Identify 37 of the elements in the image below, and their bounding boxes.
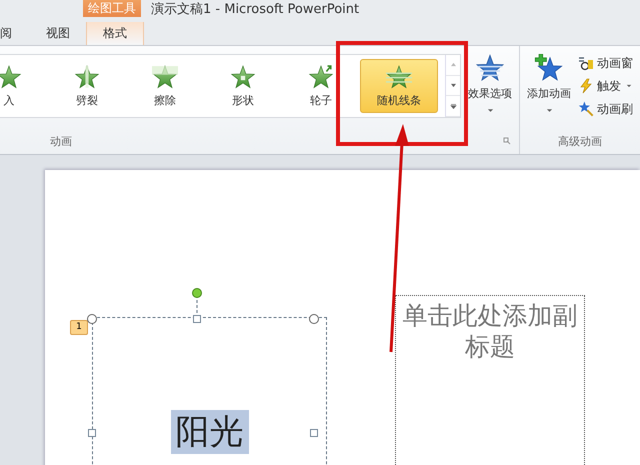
striped-star-icon bbox=[386, 64, 412, 90]
window-title: 演示文稿1 - Microsoft PowerPoint bbox=[151, 1, 360, 19]
ribbon-tab[interactable]: 阅 bbox=[0, 22, 18, 45]
slide-title: 阳光 bbox=[170, 410, 248, 454]
up-arrow-icon bbox=[450, 62, 456, 68]
group-label: 高级动画 bbox=[558, 134, 602, 148]
animation-effect[interactable]: 随机线条 bbox=[360, 59, 438, 113]
ribbon-command[interactable]: 动画窗 bbox=[578, 53, 634, 73]
star-icon bbox=[308, 64, 334, 90]
star-icon bbox=[74, 64, 100, 90]
add-animation-button[interactable]: 添加动画 bbox=[520, 46, 578, 126]
down-arrow-icon bbox=[450, 83, 456, 88]
contextual-tab-group: 绘图工具 bbox=[83, 0, 141, 17]
star-icon bbox=[230, 64, 256, 90]
group-label: 动画 bbox=[50, 134, 72, 148]
animation-badge[interactable]: 1 bbox=[70, 320, 88, 335]
caret-icon bbox=[486, 108, 494, 113]
animation-effect[interactable]: 劈裂 bbox=[48, 59, 126, 113]
star-brush-icon bbox=[578, 101, 594, 117]
effect-options-button[interactable]: 效果选项 bbox=[462, 46, 518, 126]
caret-icon bbox=[626, 84, 632, 88]
lightning-icon bbox=[578, 78, 594, 94]
animation-effect[interactable]: 形状 bbox=[204, 59, 282, 113]
pane-icon bbox=[578, 55, 594, 71]
subtitle-placeholder[interactable]: 单击此处添加副标题 bbox=[395, 295, 585, 465]
animation-effect[interactable]: 入 bbox=[0, 59, 48, 113]
ribbon-command[interactable]: 动画刷 bbox=[578, 99, 634, 119]
ribbon-tab[interactable]: 格式 bbox=[86, 22, 144, 45]
more-arrow-icon bbox=[450, 104, 456, 109]
ribbon-tab[interactable]: 视图 bbox=[40, 22, 76, 45]
title-textbox[interactable]: 阳光 bbox=[92, 317, 327, 465]
star-icon bbox=[152, 64, 178, 90]
animation-effect[interactable]: 擦除 bbox=[126, 59, 204, 113]
animation-effect[interactable]: 轮子 bbox=[282, 59, 360, 113]
caret-icon bbox=[546, 108, 553, 113]
star-icon bbox=[0, 64, 22, 90]
ribbon-command[interactable]: 触发 bbox=[578, 76, 634, 96]
